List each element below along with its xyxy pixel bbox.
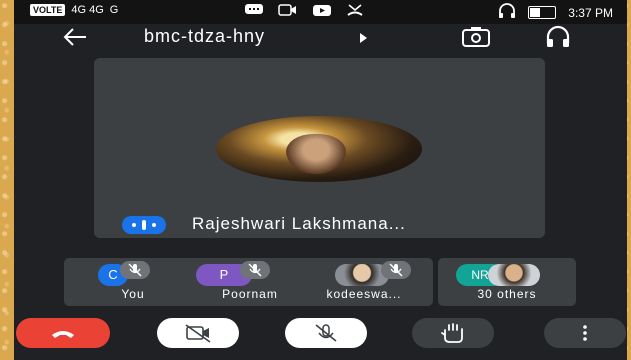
volte-indicator: VOLTE	[30, 4, 66, 16]
participant-tile-others[interactable]: NR 30 others	[438, 258, 576, 306]
participant-strip: C You P Poornam kodeeswa... NR 30 others	[14, 258, 627, 308]
meeting-details-arrow-icon[interactable]	[360, 33, 367, 43]
raise-hand-button[interactable]	[412, 318, 494, 348]
participant-label: Poornam	[222, 287, 278, 301]
headphones-icon	[546, 25, 570, 47]
signal-indicator: G	[109, 4, 119, 16]
mic-off-icon	[381, 261, 411, 279]
mic-off-icon	[315, 324, 337, 342]
call-controls	[14, 316, 627, 356]
mic-off-icon	[240, 261, 270, 279]
meeting-code[interactable]: bmc-tdza-hny	[144, 26, 265, 47]
message-icon	[244, 3, 264, 20]
phone-hangup-icon	[52, 331, 74, 338]
video-icon	[278, 3, 298, 20]
video-off-icon	[185, 324, 211, 343]
youtube-icon	[312, 3, 332, 20]
missed-call-icon	[346, 3, 364, 20]
clock: 3:37 PM	[568, 5, 613, 20]
battery-icon	[528, 6, 557, 19]
participant-tile-kodeeswa[interactable]: kodeeswa...	[295, 258, 433, 306]
status-left: VOLTE 4G 4G G	[30, 4, 118, 16]
arrow-left-icon	[63, 28, 86, 46]
switch-camera-icon	[462, 27, 490, 47]
speaker-name: Rajeshwari Lakshmana...	[192, 214, 406, 233]
status-bar: VOLTE 4G 4G G 3:37 PM	[14, 0, 627, 24]
headphones-status-icon	[498, 3, 516, 22]
network-type: 4G 4G	[71, 4, 104, 16]
speaking-indicator-icon	[122, 216, 166, 234]
avatar	[488, 264, 540, 286]
participant-tile-you[interactable]: C You	[64, 258, 202, 306]
participant-label: kodeeswa...	[326, 287, 402, 301]
meeting-top-bar: bmc-tdza-hny	[14, 24, 627, 52]
switch-camera-button[interactable]	[459, 25, 493, 49]
audio-output-button[interactable]	[544, 25, 572, 49]
speaker-avatar	[216, 116, 422, 182]
main-speaker-tile[interactable]: Rajeshwari Lakshmana...	[94, 58, 545, 238]
status-right: 3:37 PM	[498, 3, 613, 22]
participant-label: You	[121, 287, 145, 301]
more-vertical-icon	[583, 325, 587, 341]
end-call-button[interactable]	[16, 318, 110, 348]
back-button[interactable]	[60, 24, 90, 50]
phone-screen: VOLTE 4G 4G G 3:37 PM bmc-tdza-hny Rajes…	[14, 0, 627, 360]
participant-label: 30 others	[477, 287, 537, 301]
more-options-button[interactable]	[544, 318, 626, 348]
participant-tile-poornam[interactable]: P Poornam	[192, 258, 308, 306]
notification-icons	[244, 3, 364, 20]
mic-toggle-button[interactable]	[285, 318, 367, 348]
hand-icon	[441, 323, 463, 343]
camera-toggle-button[interactable]	[157, 318, 239, 348]
mic-off-icon	[120, 261, 150, 279]
